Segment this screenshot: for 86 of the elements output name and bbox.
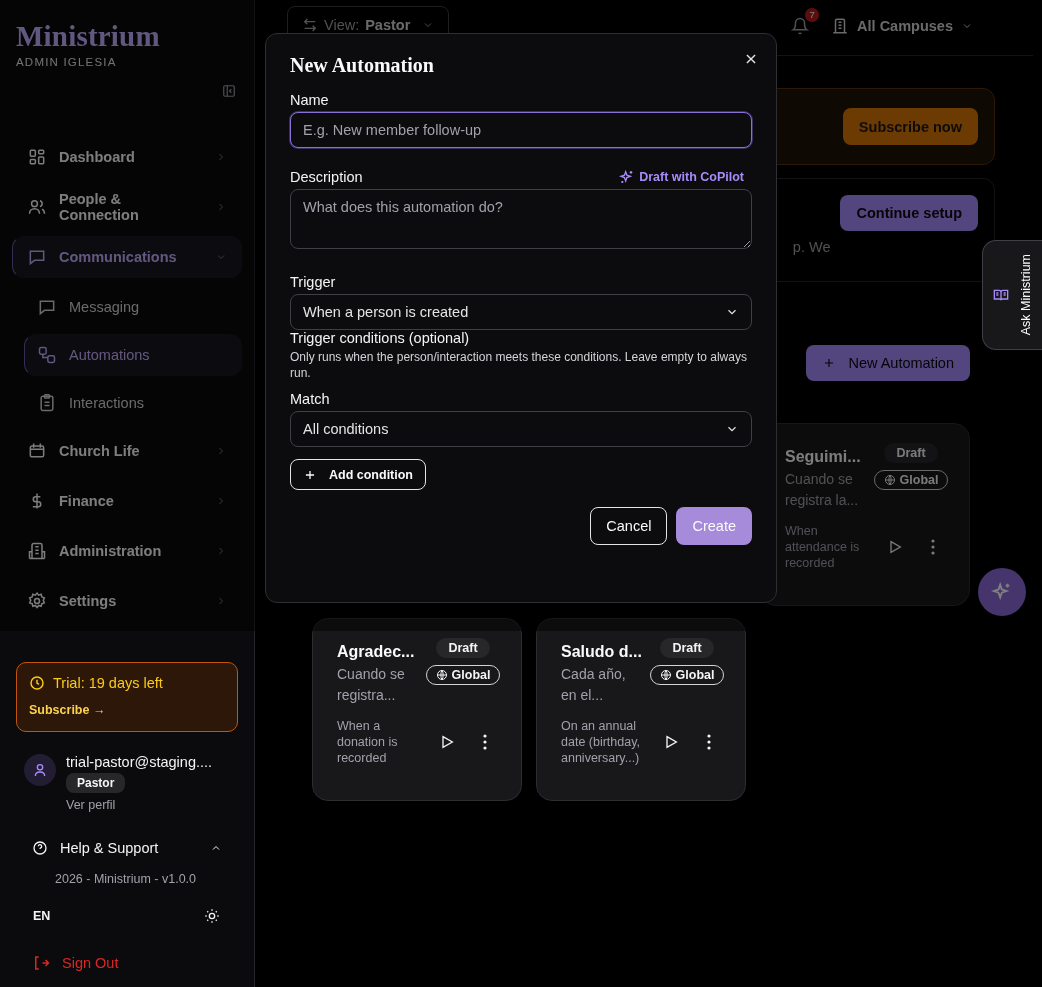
trial-status: Trial: 19 days left: [53, 675, 163, 691]
field-label: Description: [290, 169, 363, 185]
trigger-text: When attendance is recorded: [785, 523, 861, 571]
nav-subitem[interactable]: Interactions: [24, 382, 242, 424]
sign-out-button[interactable]: Sign Out: [32, 954, 242, 972]
subscribe-link[interactable]: Subscribe →: [29, 703, 225, 717]
help-support-toggle[interactable]: Help & Support: [32, 840, 222, 856]
view-value: Pastor: [365, 16, 411, 33]
play-icon[interactable]: [439, 734, 455, 750]
trigger-dropdown[interactable]: When a person is created: [290, 294, 752, 330]
clipboard-icon: [37, 393, 57, 413]
automation-title: Seguimi...: [785, 448, 862, 466]
role-tag: Pastor: [66, 773, 126, 793]
person-icon: [32, 762, 48, 778]
chat-bubble-icon: [27, 247, 47, 267]
dialog-title: New Automation: [290, 54, 435, 77]
globe-icon: [659, 669, 672, 681]
nav-item[interactable]: Administration: [12, 530, 242, 572]
workflow-icon: [37, 345, 57, 365]
nav-item[interactable]: Communications: [12, 236, 242, 278]
add-condition-button[interactable]: Add condition: [290, 459, 426, 490]
app-logo: Ministrium: [16, 20, 161, 52]
setup-text: p. We: [792, 239, 831, 257]
description-field[interactable]: What does this automation do?: [290, 189, 752, 249]
people-icon: [27, 197, 47, 217]
section-heading: Trigger conditions (optional): [290, 330, 471, 346]
campus-selector[interactable]: All Campuses: [831, 16, 973, 35]
language-toggle[interactable]: EN: [33, 909, 51, 923]
globe-icon: [883, 474, 896, 486]
nav-item[interactable]: Dashboard: [12, 136, 242, 178]
automation-card[interactable]: Agradec... Cuando se registra... Draft Global When a donation is recorded: [312, 618, 522, 801]
ask-assistant-tab[interactable]: Ask Ministrium: [982, 240, 1042, 350]
swap-arrows-icon: [302, 16, 318, 33]
book-icon: [992, 287, 1009, 303]
nav-item[interactable]: Settings: [12, 580, 242, 622]
automation-card[interactable]: Saludo d... Cada año, en el... Draft Global On an annual date (birthday, anniversary...): [536, 618, 746, 801]
gear-icon: [27, 591, 47, 611]
name-field[interactable]: E.g. New member follow-up: [290, 112, 752, 148]
chat-bubble-icon: [37, 297, 57, 317]
campus-name: All Campuses: [857, 17, 953, 34]
trigger-text: On an annual date (birthday, anniversary...): [561, 718, 641, 766]
org-name: ADMIN IGLESIA: [16, 56, 118, 68]
user-email: trial-pastor@staging....: [66, 754, 213, 770]
scope-label: Global: [675, 668, 715, 682]
more-options-icon[interactable]: [707, 734, 711, 750]
notification-bell-icon[interactable]: [791, 16, 810, 35]
scope-label: Global: [451, 668, 491, 682]
calendar-icon: [27, 441, 47, 461]
match-dropdown[interactable]: All conditions: [290, 411, 752, 447]
draft-with-copilot-link[interactable]: Draft with CoPilot: [619, 169, 744, 185]
create-button[interactable]: Create: [676, 507, 752, 545]
scope-label: Global: [899, 473, 939, 487]
cancel-button[interactable]: Cancel: [590, 507, 668, 545]
nav-item[interactable]: Finance: [12, 480, 242, 522]
nav-item[interactable]: Church Life: [12, 430, 242, 472]
play-icon[interactable]: [663, 734, 679, 750]
building-icon: [27, 541, 47, 561]
profile-link[interactable]: Ver perfil: [66, 798, 116, 812]
building-icon: [831, 16, 850, 35]
field-label: Match: [290, 391, 331, 407]
help-text: Only runs when the person/interaction meets these conditions. Leave empty to always run.: [290, 349, 748, 381]
status-tag: Draft: [884, 443, 938, 463]
help-icon: [32, 840, 48, 856]
automation-title: Saludo d...: [561, 643, 643, 661]
automation-description: Cada año, en el...: [561, 665, 627, 705]
view-label: View:: [324, 16, 360, 33]
field-label: Trigger: [290, 274, 337, 290]
nav-item[interactable]: People & Connection: [12, 186, 242, 228]
nav-subitem[interactable]: Messaging: [24, 286, 242, 328]
close-icon[interactable]: [744, 52, 758, 66]
notification-count: 7: [805, 7, 820, 22]
status-tag: Draft: [436, 638, 490, 658]
trigger-text: When a donation is recorded: [337, 718, 399, 766]
version-text: 2026 - Ministrium - v1.0.0: [55, 872, 198, 886]
automation-title: Agradec...: [337, 643, 416, 661]
sign-out-icon: [32, 954, 50, 972]
more-options-icon[interactable]: [483, 734, 487, 750]
automation-description: Cuando se registra la...: [785, 470, 860, 510]
theme-toggle-icon[interactable]: [204, 908, 220, 924]
nav-subitem[interactable]: Automations: [24, 334, 242, 376]
automation-description: Cuando se registra...: [337, 665, 406, 705]
status-tag: Draft: [660, 638, 714, 658]
clock-icon: [29, 675, 45, 691]
globe-icon: [435, 669, 448, 681]
field-label: Name: [290, 92, 330, 108]
dashboard-grid-icon: [27, 147, 47, 167]
